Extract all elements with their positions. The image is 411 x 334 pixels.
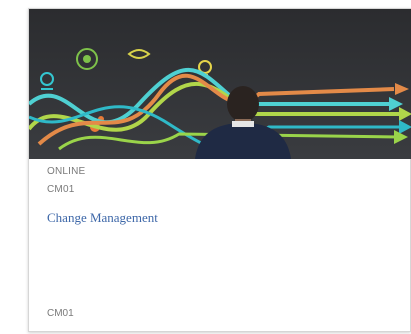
- chalkboard-arrows-man-illustration: [29, 9, 411, 159]
- course-thumbnail[interactable]: [29, 9, 411, 159]
- course-card[interactable]: ONLINE CM01 Change Management CM01: [28, 8, 411, 332]
- delivery-type-label: ONLINE: [47, 166, 86, 177]
- course-title-link[interactable]: Change Management: [47, 210, 158, 226]
- footer-course-code: CM01: [47, 308, 74, 319]
- course-code: CM01: [47, 184, 75, 195]
